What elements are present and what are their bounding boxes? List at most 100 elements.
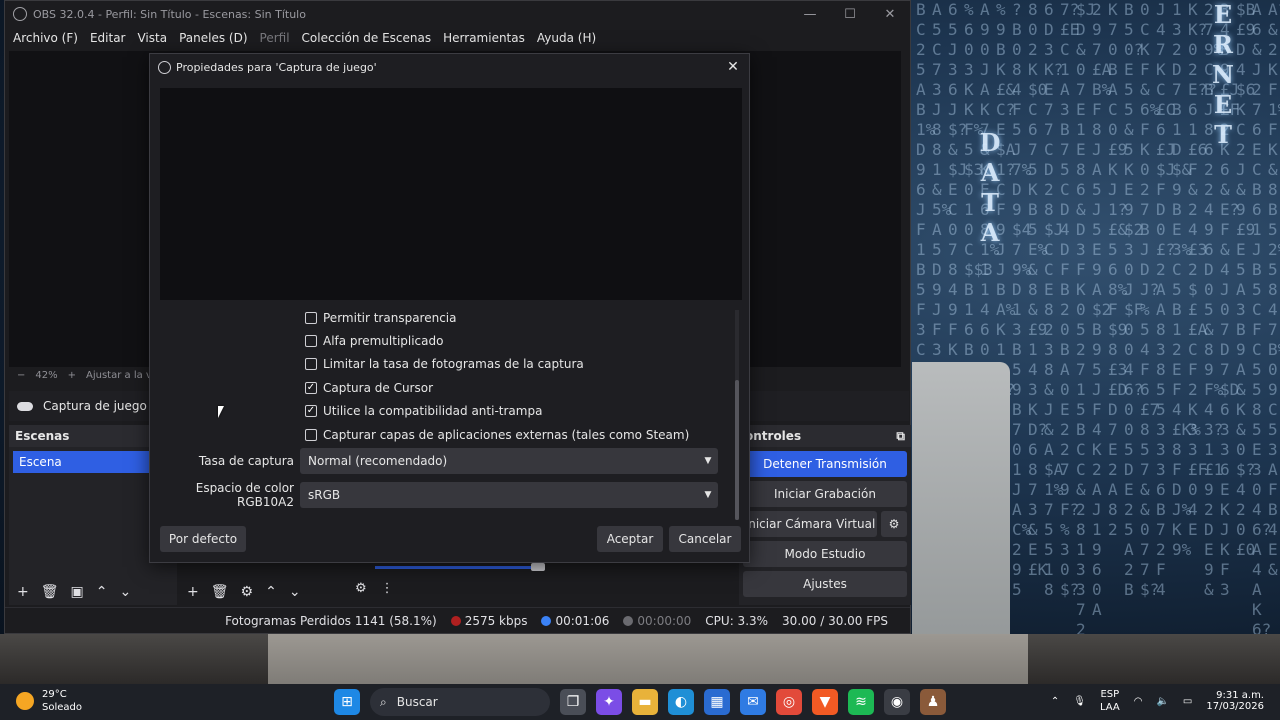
cancel-button[interactable]: Cancelar bbox=[669, 526, 741, 552]
fit-to-window-label[interactable]: Ajustar a la ve bbox=[86, 370, 158, 381]
zoom-out-button[interactable]: − bbox=[17, 370, 25, 381]
minimize-button[interactable]: — bbox=[790, 1, 830, 27]
virtual-camera-button[interactable]: Iniciar Cámara Virtual bbox=[743, 511, 877, 537]
virtual-camera-settings-gear-icon[interactable]: ⚙ bbox=[881, 511, 907, 537]
matrix-column: K70BAC0£9KJ1?£&568%F$98£3£DD7E2A82 bbox=[1108, 0, 1128, 539]
move-down-icon[interactable]: ⌄ bbox=[119, 584, 131, 600]
mixer-toolbar: ⚙ ⋮ bbox=[355, 581, 394, 596]
clock[interactable]: 9:31 a.m. 17/03/2026 bbox=[1206, 690, 1264, 712]
record-time-value: 00:00:00 bbox=[637, 613, 692, 628]
record-indicator-icon bbox=[623, 615, 634, 626]
microphone-icon[interactable]: 🎙 bbox=[1073, 696, 1086, 707]
color-space-select[interactable]: sRGB ▼ bbox=[300, 482, 718, 508]
menu-editar[interactable]: Editar bbox=[84, 31, 132, 45]
obs-taskbar-icon[interactable]: ◉ bbox=[884, 689, 910, 715]
options-scrollbar[interactable] bbox=[735, 310, 739, 520]
mixer-settings-icon[interactable]: ⚙ bbox=[355, 581, 367, 596]
option-row[interactable]: ✓ Utilice la compatibilidad anti-trampa bbox=[305, 400, 735, 423]
spotify-icon[interactable]: ≋ bbox=[848, 689, 874, 715]
checkbox-unchecked-icon[interactable] bbox=[305, 358, 317, 371]
brave-browser-icon[interactable]: ▼ bbox=[812, 689, 838, 715]
option-row[interactable]: Limitar la tasa de fotogramas de la capt… bbox=[305, 353, 735, 376]
checkbox-unchecked-icon[interactable] bbox=[305, 428, 317, 441]
taskbar-search[interactable]: ⌕ Buscar bbox=[370, 688, 550, 716]
delete-source-icon[interactable]: 🗑 bbox=[211, 584, 229, 600]
source-settings-gear-icon[interactable]: ⚙ bbox=[241, 584, 254, 600]
app-taskbar-icon[interactable]: ♟ bbox=[920, 689, 946, 715]
chevron-down-icon: ▼ bbox=[704, 490, 712, 500]
chrome-icon[interactable]: ◎ bbox=[776, 689, 802, 715]
weather-temp: 29°C bbox=[42, 689, 67, 700]
defaults-button[interactable]: Por defecto bbox=[160, 526, 246, 552]
option-label: Capturar capas de aplicaciones externas … bbox=[323, 427, 690, 442]
file-explorer-icon[interactable]: ▬ bbox=[632, 689, 658, 715]
volume-slider[interactable] bbox=[361, 563, 549, 571]
menu-perfil[interactable]: Perfil bbox=[254, 31, 296, 45]
scene-filters-icon[interactable]: ▣ bbox=[71, 584, 84, 600]
option-row[interactable]: Permitir transparencia bbox=[305, 306, 735, 329]
outlook-icon[interactable]: ✉ bbox=[740, 689, 766, 715]
menu-paneles[interactable]: Paneles (D) bbox=[173, 31, 253, 45]
edge-browser-icon[interactable]: ◐ bbox=[668, 689, 694, 715]
scrollbar-thumb[interactable] bbox=[735, 380, 739, 520]
source-up-icon[interactable]: ⌃ bbox=[265, 584, 277, 600]
dialog-close-icon[interactable]: ✕ bbox=[723, 58, 743, 76]
title-bar[interactable]: OBS 32.0.4 - Perfil: Sin Título - Escena… bbox=[5, 1, 910, 27]
menu-herramientas[interactable]: Herramientas bbox=[437, 31, 531, 45]
checkbox-unchecked-icon[interactable] bbox=[305, 335, 317, 348]
move-up-icon[interactable]: ⌃ bbox=[96, 584, 108, 600]
source-preview bbox=[160, 88, 742, 300]
matrix-column: A?&2KF1%FK&8B52%5847B%?09C53AFB4E& bbox=[1268, 0, 1280, 579]
option-row[interactable]: Capturar capas de aplicaciones externas … bbox=[305, 423, 735, 446]
menu-ayuda[interactable]: Ayuda (H) bbox=[531, 31, 602, 45]
capture-rate-select[interactable]: Normal (recomendado) ▼ bbox=[300, 448, 718, 474]
task-view-icon[interactable]: ❐ bbox=[560, 689, 586, 715]
start-recording-button[interactable]: Iniciar Grabación bbox=[743, 481, 907, 507]
weather-widget[interactable]: 29°C Soleado bbox=[16, 688, 82, 714]
close-window-button[interactable]: ✕ bbox=[870, 1, 910, 27]
add-source-icon[interactable]: + bbox=[187, 584, 199, 600]
matrix-column: $B£9D4$6KC2J&9£9E5A3B9A&K&0$?420£0 bbox=[1236, 0, 1256, 559]
undock-icon[interactable]: ⧉ bbox=[896, 429, 905, 444]
language-bottom: LAA bbox=[1099, 702, 1120, 713]
show-hidden-icons-icon[interactable]: ⌃ bbox=[1051, 696, 1059, 707]
record-time-status: 00:00:00 bbox=[623, 614, 691, 628]
fps-value: 30.00 / 30.00 FPS bbox=[782, 613, 888, 628]
option-row[interactable]: ✓ Captura de Cursor bbox=[305, 376, 735, 399]
taskbar-apps: ⊞ ⌕ Buscar ❐ ✦ ▬ ◐ ▦ ✉ ◎ ▼ ≋ ◉ ♟ bbox=[334, 688, 946, 716]
checkbox-unchecked-icon[interactable] bbox=[305, 311, 317, 324]
wallpaper-desk-light bbox=[268, 634, 1028, 684]
menu-bar: Archivo (F) Editar Vista Paneles (D) Per… bbox=[5, 27, 910, 49]
mixer-menu-icon[interactable]: ⋮ bbox=[381, 581, 394, 596]
dialog-title-bar[interactable]: Propiedades para 'Captura de juego' bbox=[150, 54, 749, 80]
add-scene-icon[interactable]: + bbox=[17, 584, 29, 600]
delete-scene-icon[interactable]: 🗑 bbox=[41, 584, 59, 600]
zoom-in-button[interactable]: + bbox=[68, 370, 76, 381]
microsoft-store-icon[interactable]: ▦ bbox=[704, 689, 730, 715]
windows-start-icon[interactable]: ⊞ bbox=[334, 689, 360, 715]
option-row[interactable]: Alfa premultiplicado bbox=[305, 329, 735, 352]
copilot-icon[interactable]: ✦ bbox=[596, 689, 622, 715]
source-down-icon[interactable]: ⌄ bbox=[289, 584, 301, 600]
volume-icon[interactable]: 🔈 bbox=[1156, 696, 1168, 707]
option-label: Captura de Cursor bbox=[323, 380, 434, 395]
sources-toolbar: + 🗑 ⚙ ⌃ ⌄ bbox=[187, 581, 301, 603]
bitrate-status: 2575 kbps bbox=[450, 614, 527, 628]
checkbox-checked-icon[interactable]: ✓ bbox=[305, 381, 317, 394]
volume-knob[interactable] bbox=[531, 563, 545, 571]
menu-vista[interactable]: Vista bbox=[131, 31, 173, 45]
menu-coleccion-escenas[interactable]: Colección de Escenas bbox=[296, 31, 438, 45]
studio-mode-button[interactable]: Modo Estudio bbox=[743, 541, 907, 567]
menu-archivo[interactable]: Archivo (F) bbox=[7, 31, 84, 45]
language-indicator[interactable]: ESP LAA bbox=[1100, 688, 1120, 714]
maximize-button[interactable]: ☐ bbox=[830, 1, 870, 27]
option-label: Limitar la tasa de fotogramas de la capt… bbox=[323, 357, 584, 372]
settings-button[interactable]: Ajustes bbox=[743, 571, 907, 597]
ok-button[interactable]: Aceptar bbox=[597, 526, 663, 552]
battery-icon[interactable]: ▭ bbox=[1183, 696, 1192, 707]
capture-rate-label: Tasa de captura bbox=[198, 454, 294, 468]
search-icon: ⌕ bbox=[380, 694, 387, 709]
checkbox-checked-icon[interactable]: ✓ bbox=[305, 405, 317, 418]
stop-stream-button[interactable]: Detener Transmisión bbox=[743, 451, 907, 477]
wifi-icon[interactable]: ◠ bbox=[1134, 696, 1143, 707]
